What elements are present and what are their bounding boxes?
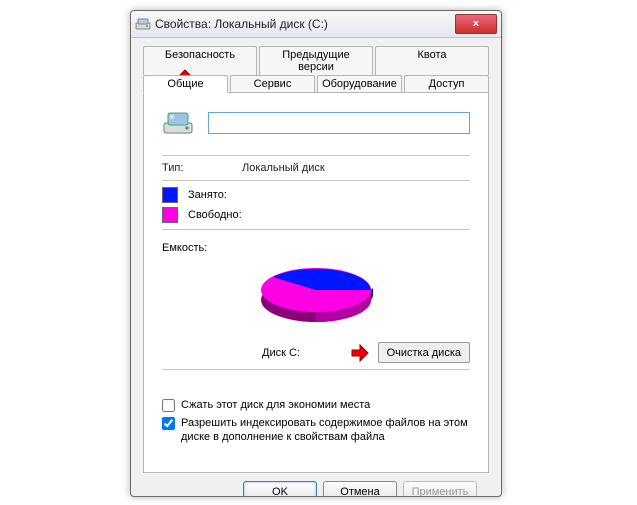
window-body: Безопасность Предыдущие версии Квота Общ…	[131, 38, 501, 497]
tab-tools[interactable]: Сервис	[230, 75, 315, 93]
index-checkbox-row[interactable]: Разрешить индексировать содержимое файло…	[162, 416, 470, 444]
ok-button[interactable]: OK	[243, 481, 317, 497]
disk-cleanup-button[interactable]: Очистка диска	[378, 342, 470, 363]
properties-window: Свойства: Локальный диск (C:) × Безопасн…	[130, 10, 502, 497]
index-label: Разрешить индексировать содержимое файло…	[181, 416, 470, 444]
type-label: Тип:	[162, 162, 242, 174]
free-label: Свободно:	[188, 209, 242, 221]
cancel-button[interactable]: Отмена	[323, 481, 397, 497]
tabs-row-1: Безопасность Предыдущие версии Квота	[143, 46, 489, 75]
compress-checkbox[interactable]	[162, 399, 175, 412]
highlight-arrow-icon	[350, 343, 370, 363]
divider	[162, 229, 470, 230]
used-row: Занято:	[162, 187, 470, 203]
drive-icon	[135, 16, 151, 32]
index-checkbox[interactable]	[162, 417, 175, 430]
divider	[162, 155, 470, 156]
type-value: Локальный диск	[242, 162, 325, 174]
tab-quota[interactable]: Квота	[375, 46, 489, 75]
button-bar: OK Отмена Применить	[143, 473, 489, 497]
capacity-row: Емкость:	[162, 242, 470, 254]
drive-row	[162, 107, 470, 139]
close-button[interactable]: ×	[455, 14, 497, 34]
divider	[162, 369, 470, 370]
usage-pie-chart	[162, 260, 470, 338]
disk-label: Диск C:	[162, 347, 300, 359]
disk-label-row: Диск C: Очистка диска	[162, 342, 470, 363]
tab-sharing[interactable]: Доступ	[404, 75, 489, 93]
close-icon: ×	[473, 18, 479, 30]
type-row: Тип: Локальный диск	[162, 162, 470, 174]
checkboxes: Сжать этот диск для экономии места Разре…	[162, 398, 470, 444]
drive-large-icon	[162, 107, 194, 139]
titlebar[interactable]: Свойства: Локальный диск (C:) ×	[131, 11, 501, 38]
tab-general[interactable]: Общие	[143, 75, 228, 93]
tab-security[interactable]: Безопасность	[143, 46, 257, 75]
used-swatch-icon	[162, 187, 178, 203]
free-row: Свободно:	[162, 207, 470, 223]
window-title: Свойства: Локальный диск (C:)	[155, 17, 455, 31]
apply-button[interactable]: Применить	[403, 481, 477, 497]
tab-previous-versions[interactable]: Предыдущие версии	[259, 46, 373, 75]
tab-hardware[interactable]: Оборудование	[317, 75, 402, 93]
tabs-row-2: Общие Сервис Оборудование Доступ	[143, 75, 489, 93]
divider	[162, 180, 470, 181]
drive-label-input[interactable]	[208, 112, 470, 134]
used-label: Занято:	[188, 189, 227, 201]
capacity-label: Емкость:	[162, 242, 207, 254]
free-swatch-icon	[162, 207, 178, 223]
compress-label: Сжать этот диск для экономии места	[181, 398, 370, 412]
tab-panel-general: Тип: Локальный диск Занято: Свободно: Ем…	[143, 92, 489, 473]
compress-checkbox-row[interactable]: Сжать этот диск для экономии места	[162, 398, 470, 412]
